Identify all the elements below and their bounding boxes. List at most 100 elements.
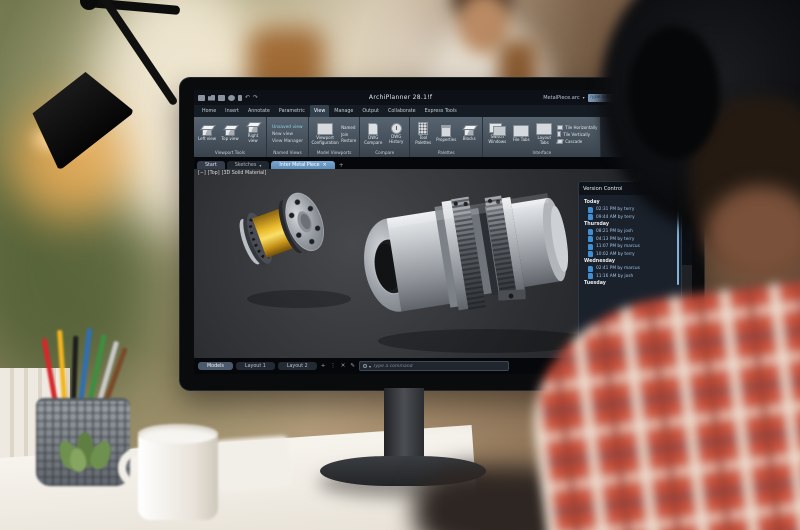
file-tabs-button[interactable]: File Tabs <box>511 125 531 143</box>
menu-manage[interactable]: Manage <box>330 105 357 117</box>
palette-grid-icon <box>418 122 428 135</box>
add-layout-icon[interactable]: + <box>320 363 327 369</box>
version-entry[interactable]: 04:13 PM by terry <box>588 236 673 242</box>
join-viewport-button[interactable]: Join <box>341 132 356 137</box>
viewport-configuration-button[interactable]: Viewport Configuration <box>312 123 338 145</box>
tab-sketches[interactable]: Sketches▾ <box>227 161 270 169</box>
save-icon[interactable] <box>218 95 225 101</box>
mobile-icon[interactable] <box>238 95 242 101</box>
switch-windows-button[interactable]: Switch Windows <box>486 123 508 144</box>
right-view-button[interactable]: Right view <box>243 124 263 143</box>
version-entry[interactable]: 11:07 PM by marcus <box>588 244 673 250</box>
viewport-minimize-control[interactable]: [−] <box>198 171 206 176</box>
version-entry[interactable]: 09:44 AM by terry <box>588 214 673 220</box>
menu-output[interactable]: Output <box>358 105 383 117</box>
plot-icon[interactable] <box>228 95 235 101</box>
file-icon <box>588 207 593 213</box>
cascade-toggle[interactable]: Cascade <box>557 139 597 144</box>
file-tab-icon <box>513 125 529 137</box>
file-caret-icon[interactable]: ▾ <box>583 95 585 100</box>
day-header: Wednesday <box>584 259 673 264</box>
layout2-tab[interactable]: Layout 2 <box>278 362 317 370</box>
layout1-tab[interactable]: Layout 1 <box>236 362 275 370</box>
command-menu-icon[interactable] <box>363 364 367 368</box>
tab-close-icon[interactable]: × <box>323 163 327 168</box>
models-tab[interactable]: Models <box>198 362 233 370</box>
menu-view[interactable]: View <box>310 105 329 117</box>
viewport-visual-style-control[interactable]: [3D Solid Material] <box>222 171 267 176</box>
coffee-mug <box>138 428 218 520</box>
file-icon <box>588 266 593 272</box>
dwg-history-button[interactable]: DWG History <box>386 123 406 144</box>
menu-express-tools[interactable]: Express Tools <box>421 105 461 117</box>
menu-home[interactable]: Home <box>198 105 220 117</box>
pencil-icon[interactable]: ✎ <box>349 363 356 369</box>
section-label: Compare <box>363 149 406 157</box>
section-label: Interface <box>486 149 597 157</box>
properties-panel-icon <box>441 125 451 137</box>
tab-start[interactable]: Start <box>197 161 225 169</box>
version-entry[interactable]: 10:02 AM by terry <box>588 251 673 257</box>
version-entry[interactable]: 11:16 AM by josh <box>588 273 673 279</box>
version-control-title: Version Control <box>583 186 622 192</box>
succulent-plant <box>56 428 118 476</box>
version-entry[interactable]: 02:41 PM by marcus <box>588 266 673 272</box>
windows-icon <box>489 123 505 134</box>
document-icon <box>368 123 378 135</box>
current-file-name: MetalPiece.arc <box>543 95 579 101</box>
redo-icon[interactable]: ↷ <box>253 95 258 101</box>
named-viewport-button[interactable]: Named <box>341 125 356 130</box>
ribbon-section-viewport-tools: Left view Top view Right view Viewport T… <box>194 117 267 157</box>
section-label: Palettes <box>413 149 479 157</box>
ribbon-section-named-views: Unsaved view New view View Manager Named… <box>267 117 309 157</box>
tile-vertically-toggle[interactable]: Tile Vertically <box>557 131 597 137</box>
tab-caret-icon[interactable]: ▾ <box>259 163 261 168</box>
cube-icon <box>248 124 258 133</box>
command-caret-icon[interactable]: ▾ <box>369 364 371 369</box>
menu-collaborate[interactable]: Collaborate <box>384 105 420 117</box>
undo-icon[interactable]: ↶ <box>245 95 250 101</box>
new-tab-button[interactable]: + <box>337 162 346 169</box>
cube-icon <box>225 127 235 136</box>
properties-button[interactable]: Properties <box>436 125 456 143</box>
tool-palettes-button[interactable]: Tool Palettes <box>413 122 433 145</box>
left-view-button[interactable]: Left view <box>197 127 217 142</box>
file-icon <box>588 236 593 242</box>
file-icon <box>588 251 593 257</box>
section-label: Named Views <box>270 149 305 157</box>
file-icon <box>588 229 593 235</box>
section-label: Viewport Tools <box>197 149 263 157</box>
open-folder-icon[interactable] <box>208 95 215 101</box>
close-icon[interactable]: ✕ <box>340 363 347 369</box>
block-cube-icon <box>464 127 474 136</box>
blocks-button[interactable]: Blocks <box>459 127 479 142</box>
viewport-view-control[interactable]: [Top] <box>208 171 220 176</box>
command-input[interactable] <box>373 364 505 369</box>
tab-inter-metal-piece[interactable]: Inter Metal Piece× <box>271 161 334 169</box>
version-entry[interactable]: 08:21 PM by josh <box>588 229 673 235</box>
dwg-compare-button[interactable]: DWG Compare <box>363 123 383 145</box>
ribbon-section-palettes: Tool Palettes Properties Blocks Palettes <box>410 117 483 157</box>
file-icon <box>588 214 593 220</box>
tile-horizontally-toggle[interactable]: Tile Horizontally <box>557 125 597 130</box>
overflow-icon[interactable]: ⋮ <box>329 363 337 369</box>
file-icon <box>588 244 593 250</box>
white-box <box>214 435 291 492</box>
cascade-icon <box>557 139 564 144</box>
monitor-stand <box>384 388 424 464</box>
menu-insert[interactable]: Insert <box>221 105 243 117</box>
window-icon <box>317 123 333 135</box>
app-title: ArchiPlanner 28.1!f <box>261 94 540 101</box>
menu-parametric[interactable]: Parametric <box>275 105 309 117</box>
tile-vertical-icon <box>557 131 561 137</box>
new-view-link[interactable]: New view <box>272 132 303 137</box>
top-view-button[interactable]: Top view <box>220 127 240 142</box>
layout-tabs-button[interactable]: Layout Tabs <box>534 123 554 145</box>
command-line[interactable]: ▾ <box>359 361 509 371</box>
menu-annotate[interactable]: Annotate <box>244 105 274 117</box>
restore-viewport-button[interactable]: Restore <box>341 138 356 143</box>
unsaved-view-link[interactable]: Unsaved view <box>272 125 303 130</box>
view-manager-link[interactable]: View Manager <box>272 139 303 144</box>
app-menu-icon[interactable] <box>198 95 205 101</box>
tile-horizontal-icon <box>557 125 563 130</box>
